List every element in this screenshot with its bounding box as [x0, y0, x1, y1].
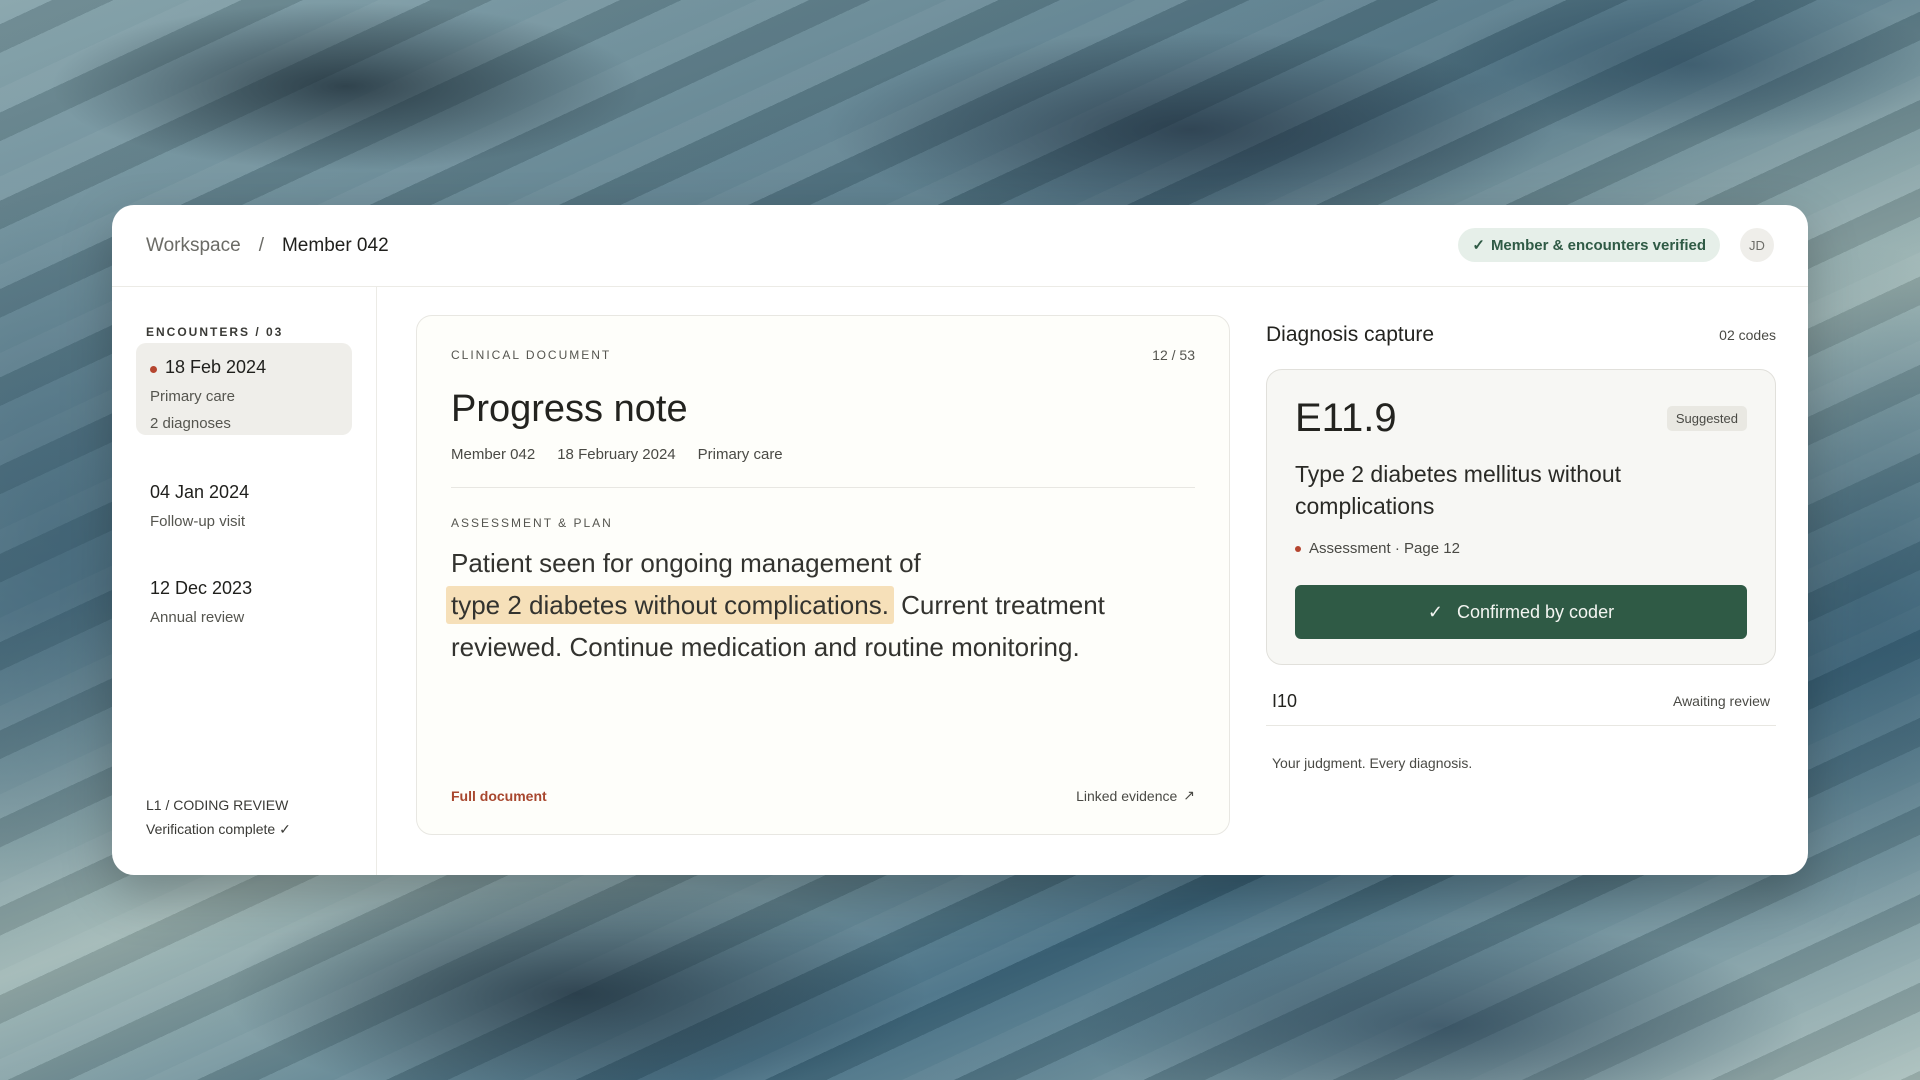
- linked-evidence-link[interactable]: Linked evidence ↗: [1076, 787, 1195, 804]
- active-dot-icon: [150, 366, 157, 373]
- app-window: Workspace / Member 042 ✓ Member & encoun…: [112, 205, 1808, 875]
- document-page-indicator: 12 / 53: [1152, 347, 1195, 363]
- verification-status-label: Member & encounters verified: [1490, 236, 1706, 254]
- diagnosis-code-count: 02 codes: [1719, 327, 1776, 343]
- document-kicker: CLINICAL DOCUMENT: [451, 348, 612, 362]
- document-member: Member 042: [451, 446, 536, 463]
- coding-review-level: L1 / CODING REVIEW: [146, 797, 289, 813]
- encounter-date: 04 Jan 2024: [150, 482, 250, 502]
- diagnosis-source-label: Assessment · Page 12: [1309, 540, 1460, 557]
- top-bar: Workspace / Member 042 ✓ Member & encoun…: [112, 205, 1808, 287]
- suggested-badge: Suggested: [1666, 406, 1747, 431]
- user-avatar[interactable]: JD: [1740, 228, 1774, 262]
- confirm-button-label: Confirmed by coder: [1457, 601, 1615, 622]
- diagnosis-description: Type 2 diabetes mellitus without complic…: [1295, 461, 1622, 519]
- breadcrumb: Workspace / Member 042: [146, 235, 389, 257]
- encounter-item-04-jan-2024[interactable]: 04 Jan 2024 Follow-up visit: [136, 468, 352, 536]
- breadcrumb-workspace[interactable]: Workspace: [146, 235, 241, 257]
- full-document-link[interactable]: Full document: [451, 788, 547, 804]
- clinical-document-card: CLINICAL DOCUMENT 12 / 53 Progress note …: [416, 315, 1230, 835]
- sidebar-footer: L1 / CODING REVIEW Verification complete…: [146, 793, 291, 841]
- encounters-sidebar: ENCOUNTERS / 03 18 Feb 2024 Primary care…: [112, 287, 377, 875]
- check-icon: ✓: [1427, 601, 1443, 622]
- encounter-diagnosis-count: 2 diagnoses: [150, 415, 231, 432]
- diagnosis-capture-panel: Diagnosis capture 02 codes E11.9 Suggest…: [1266, 315, 1776, 875]
- linked-evidence-label: Linked evidence: [1076, 787, 1178, 804]
- encounters-heading: ENCOUNTERS / 03: [146, 325, 284, 339]
- verification-complete-status: Verification complete ✓: [146, 821, 291, 837]
- verification-status-badge: ✓ Member & encounters verified: [1458, 228, 1720, 262]
- check-icon: ✓: [1472, 237, 1485, 254]
- encounter-date-row: 18 Feb 2024: [150, 357, 338, 378]
- diagnosis-row-i10[interactable]: I10 Awaiting review: [1266, 681, 1776, 726]
- encounter-type: Follow-up visit: [150, 513, 246, 530]
- diagnosis-source[interactable]: Assessment · Page 12: [1295, 540, 1460, 557]
- document-title: Progress note: [451, 388, 688, 430]
- diagnosis-code: E11.9: [1295, 396, 1397, 440]
- diagnosis-status: Awaiting review: [1672, 693, 1770, 709]
- document-visit-type: Primary care: [697, 446, 783, 463]
- diagnosis-panel-title: Diagnosis capture: [1266, 323, 1435, 346]
- source-dot-icon: [1295, 545, 1301, 552]
- encounter-item-18-feb-2024[interactable]: 18 Feb 2024 Primary care 2 diagnoses: [136, 343, 352, 435]
- diagnosis-card-e11-9: E11.9 Suggested Type 2 diabetes mellitus…: [1266, 369, 1776, 665]
- encounter-item-12-dec-2023[interactable]: 12 Dec 2023 Annual review: [136, 564, 352, 632]
- evidence-highlight[interactable]: type 2 diabetes without complications.: [446, 586, 894, 624]
- document-meta: Member 042 18 February 2024 Primary care: [451, 446, 783, 463]
- body-text-before: Patient seen for ongoing management of: [451, 548, 921, 578]
- diagnosis-code: I10: [1272, 691, 1298, 711]
- encounter-type: Primary care: [150, 388, 236, 405]
- breadcrumb-separator: /: [258, 235, 264, 256]
- divider: [451, 487, 1195, 488]
- document-body: Patient seen for ongoing management of t…: [446, 542, 1171, 668]
- confirmed-by-coder-button[interactable]: ✓ Confirmed by coder: [1295, 585, 1747, 639]
- breadcrumb-current: Member 042: [281, 235, 389, 256]
- encounter-date: 12 Dec 2023: [150, 578, 253, 598]
- external-arrow-icon: ↗: [1183, 787, 1195, 803]
- encounter-date: 18 Feb 2024: [165, 357, 267, 377]
- section-heading: ASSESSMENT & PLAN: [451, 516, 613, 530]
- document-date: 18 February 2024: [557, 446, 676, 463]
- tagline: Your judgment. Every diagnosis.: [1272, 755, 1473, 771]
- encounter-type: Annual review: [150, 609, 245, 626]
